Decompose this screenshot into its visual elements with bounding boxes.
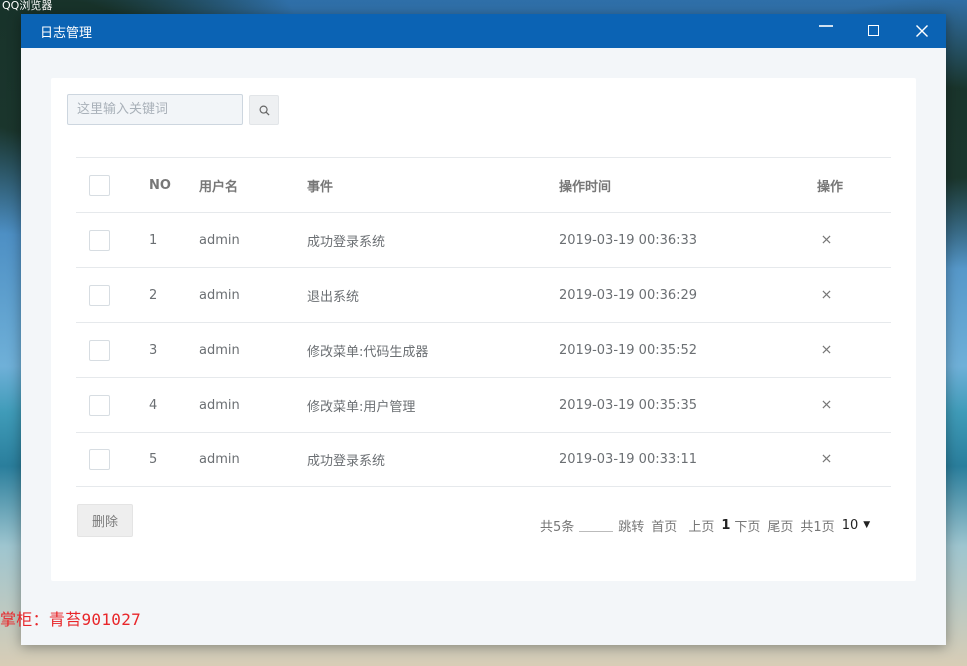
row-no: 4 (149, 397, 158, 413)
table-row: 2 admin 退出系统 2019-03-19 00:36:29 (76, 267, 891, 322)
row-time: 2019-03-19 00:35:52 (559, 342, 698, 358)
close-icon (916, 25, 928, 37)
row-checkbox[interactable] (89, 284, 110, 306)
batch-delete-button[interactable]: 删除 (77, 504, 133, 537)
row-delete-button[interactable] (817, 341, 836, 360)
page-size-select[interactable]: 10 (842, 518, 859, 533)
select-all-checkbox[interactable] (89, 174, 110, 196)
log-management-window: 日志管理 NO 用户名 事件 (21, 14, 946, 645)
row-checkbox[interactable] (89, 229, 110, 251)
search-icon (259, 105, 270, 116)
caret-down-icon[interactable]: ▼ (863, 520, 870, 530)
close-icon (822, 289, 831, 299)
close-icon (822, 344, 831, 354)
first-page-link[interactable]: 首页 (651, 516, 677, 535)
row-event: 修改菜单:用户管理 (307, 399, 416, 415)
table-header-row: NO 用户名 事件 操作时间 操作 (76, 157, 891, 212)
table-row: 1 admin 成功登录系统 2019-03-19 00:36:33 (76, 212, 891, 267)
row-checkbox[interactable] (89, 339, 110, 361)
row-no: 3 (149, 342, 158, 358)
row-event: 成功登录系统 (307, 234, 386, 250)
table-row: 5 admin 成功登录系统 2019-03-19 00:33:11 (76, 432, 891, 487)
page-jump-input[interactable] (579, 518, 614, 532)
current-page[interactable]: 1 (721, 518, 730, 533)
row-checkbox[interactable] (89, 449, 110, 470)
row-no: 5 (149, 452, 158, 467)
watermark-text: 掌柜：青苔901027 (0, 610, 142, 629)
row-delete-button[interactable] (817, 396, 836, 415)
maximize-button[interactable] (850, 14, 898, 48)
log-table: NO 用户名 事件 操作时间 操作 1 admin 成功登录系统 2019-03… (76, 157, 891, 487)
row-time: 2019-03-19 00:35:35 (559, 397, 698, 413)
row-user: admin (199, 232, 240, 248)
table-row: 4 admin 修改菜单:用户管理 2019-03-19 00:35:35 (76, 377, 891, 432)
pagination-pages: 共1页 (800, 519, 835, 535)
search-button[interactable] (249, 95, 279, 125)
row-no: 1 (149, 232, 158, 248)
header-event: 事件 (307, 179, 334, 195)
close-icon (822, 399, 831, 409)
desktop-app-label: QQ浏览器 (2, 0, 53, 12)
row-delete-button[interactable] (817, 286, 836, 305)
row-user: admin (199, 397, 240, 413)
row-time: 2019-03-19 00:33:11 (559, 452, 698, 467)
row-time: 2019-03-19 00:36:29 (559, 287, 698, 303)
row-time: 2019-03-19 00:36:33 (559, 232, 698, 248)
last-page-link[interactable]: 尾页 (767, 516, 793, 535)
row-delete-button[interactable] (817, 450, 836, 469)
close-button[interactable] (898, 14, 946, 48)
row-checkbox[interactable] (89, 394, 110, 416)
header-operation: 操作 (817, 179, 844, 195)
pagination-total: 共5条 (540, 519, 575, 535)
window-title: 日志管理 (40, 25, 93, 41)
pagination: 共5条 跳转 首页 上页 1 下页 尾页 共1页 10 ▼ (540, 515, 900, 535)
row-event: 成功登录系统 (307, 454, 386, 469)
header-user: 用户名 (199, 179, 239, 195)
header-time: 操作时间 (559, 179, 612, 195)
window-titlebar[interactable]: 日志管理 (21, 14, 946, 48)
close-icon (822, 454, 831, 463)
search-input[interactable] (67, 94, 243, 125)
row-user: admin (199, 342, 240, 358)
jump-button[interactable]: 跳转 (618, 516, 644, 535)
header-no: NO (149, 177, 171, 193)
prev-page-link[interactable]: 上页 (688, 516, 714, 535)
row-user: admin (199, 452, 240, 467)
row-event: 修改菜单:代码生成器 (307, 344, 429, 360)
table-row: 3 admin 修改菜单:代码生成器 2019-03-19 00:35:52 (76, 322, 891, 377)
row-event: 退出系统 (307, 289, 360, 305)
minimize-icon (819, 25, 833, 27)
close-icon (822, 234, 831, 244)
next-page-link[interactable]: 下页 (734, 516, 760, 535)
row-delete-button[interactable] (817, 231, 836, 250)
row-no: 2 (149, 287, 158, 303)
row-user: admin (199, 287, 240, 303)
maximize-icon (868, 25, 879, 36)
content-card: NO 用户名 事件 操作时间 操作 1 admin 成功登录系统 2019-03… (51, 78, 916, 581)
window-controls (802, 14, 946, 48)
minimize-button[interactable] (802, 14, 850, 48)
